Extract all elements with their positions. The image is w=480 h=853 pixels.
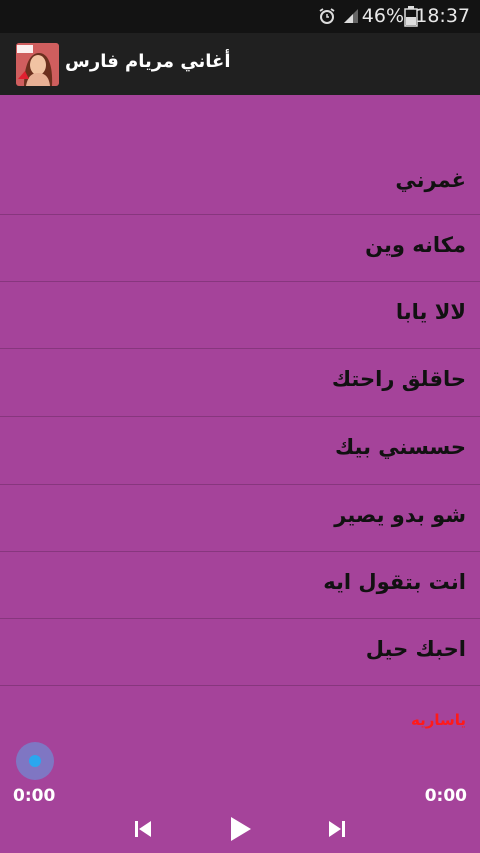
battery-percentage: 46% <box>361 5 404 27</box>
alarm-icon <box>319 8 335 24</box>
app-title: أغاني مريام فارس <box>65 51 231 72</box>
song-title: شو بدو يصير <box>334 503 466 527</box>
song-title: حسسني بيك <box>334 435 466 459</box>
song-title: حاقلق راحتك <box>331 367 466 391</box>
elapsed-time: 0:00 <box>13 786 56 806</box>
song-list-item[interactable]: غمرني <box>0 148 480 215</box>
song-list-item[interactable]: مكانه وين <box>0 215 480 282</box>
song-list-item[interactable]: احبك حيل <box>0 619 480 686</box>
song-title: احبك حيل <box>365 637 466 661</box>
song-title: لالا يابا <box>395 300 466 324</box>
play-icon[interactable] <box>226 815 254 843</box>
song-list-item[interactable]: لالا يابا <box>0 282 480 349</box>
status-bar: 46% 18:37 <box>0 0 480 33</box>
song-title: انت بتقول ايه <box>323 570 466 594</box>
status-time: 18:37 <box>415 5 470 27</box>
song-list-item[interactable]: حاقلق راحتك <box>0 349 480 417</box>
song-title: مكانه وين <box>365 233 466 257</box>
seek-slider-handle[interactable] <box>16 742 54 780</box>
total-duration: 0:00 <box>424 786 467 806</box>
song-title: غمرني <box>395 168 466 192</box>
song-list-item[interactable]: حسسني بيك <box>0 417 480 485</box>
signal-icon <box>344 9 358 23</box>
song-list-item[interactable]: انت بتقول ايه <box>0 552 480 619</box>
now-playing-title: ياساريه <box>410 711 466 729</box>
previous-icon[interactable] <box>131 817 155 841</box>
app-bar: أغاني مريام فارس <box>0 33 480 95</box>
next-icon[interactable] <box>325 817 349 841</box>
song-list-item[interactable]: شو بدو يصير <box>0 485 480 552</box>
app-logo <box>16 43 59 86</box>
